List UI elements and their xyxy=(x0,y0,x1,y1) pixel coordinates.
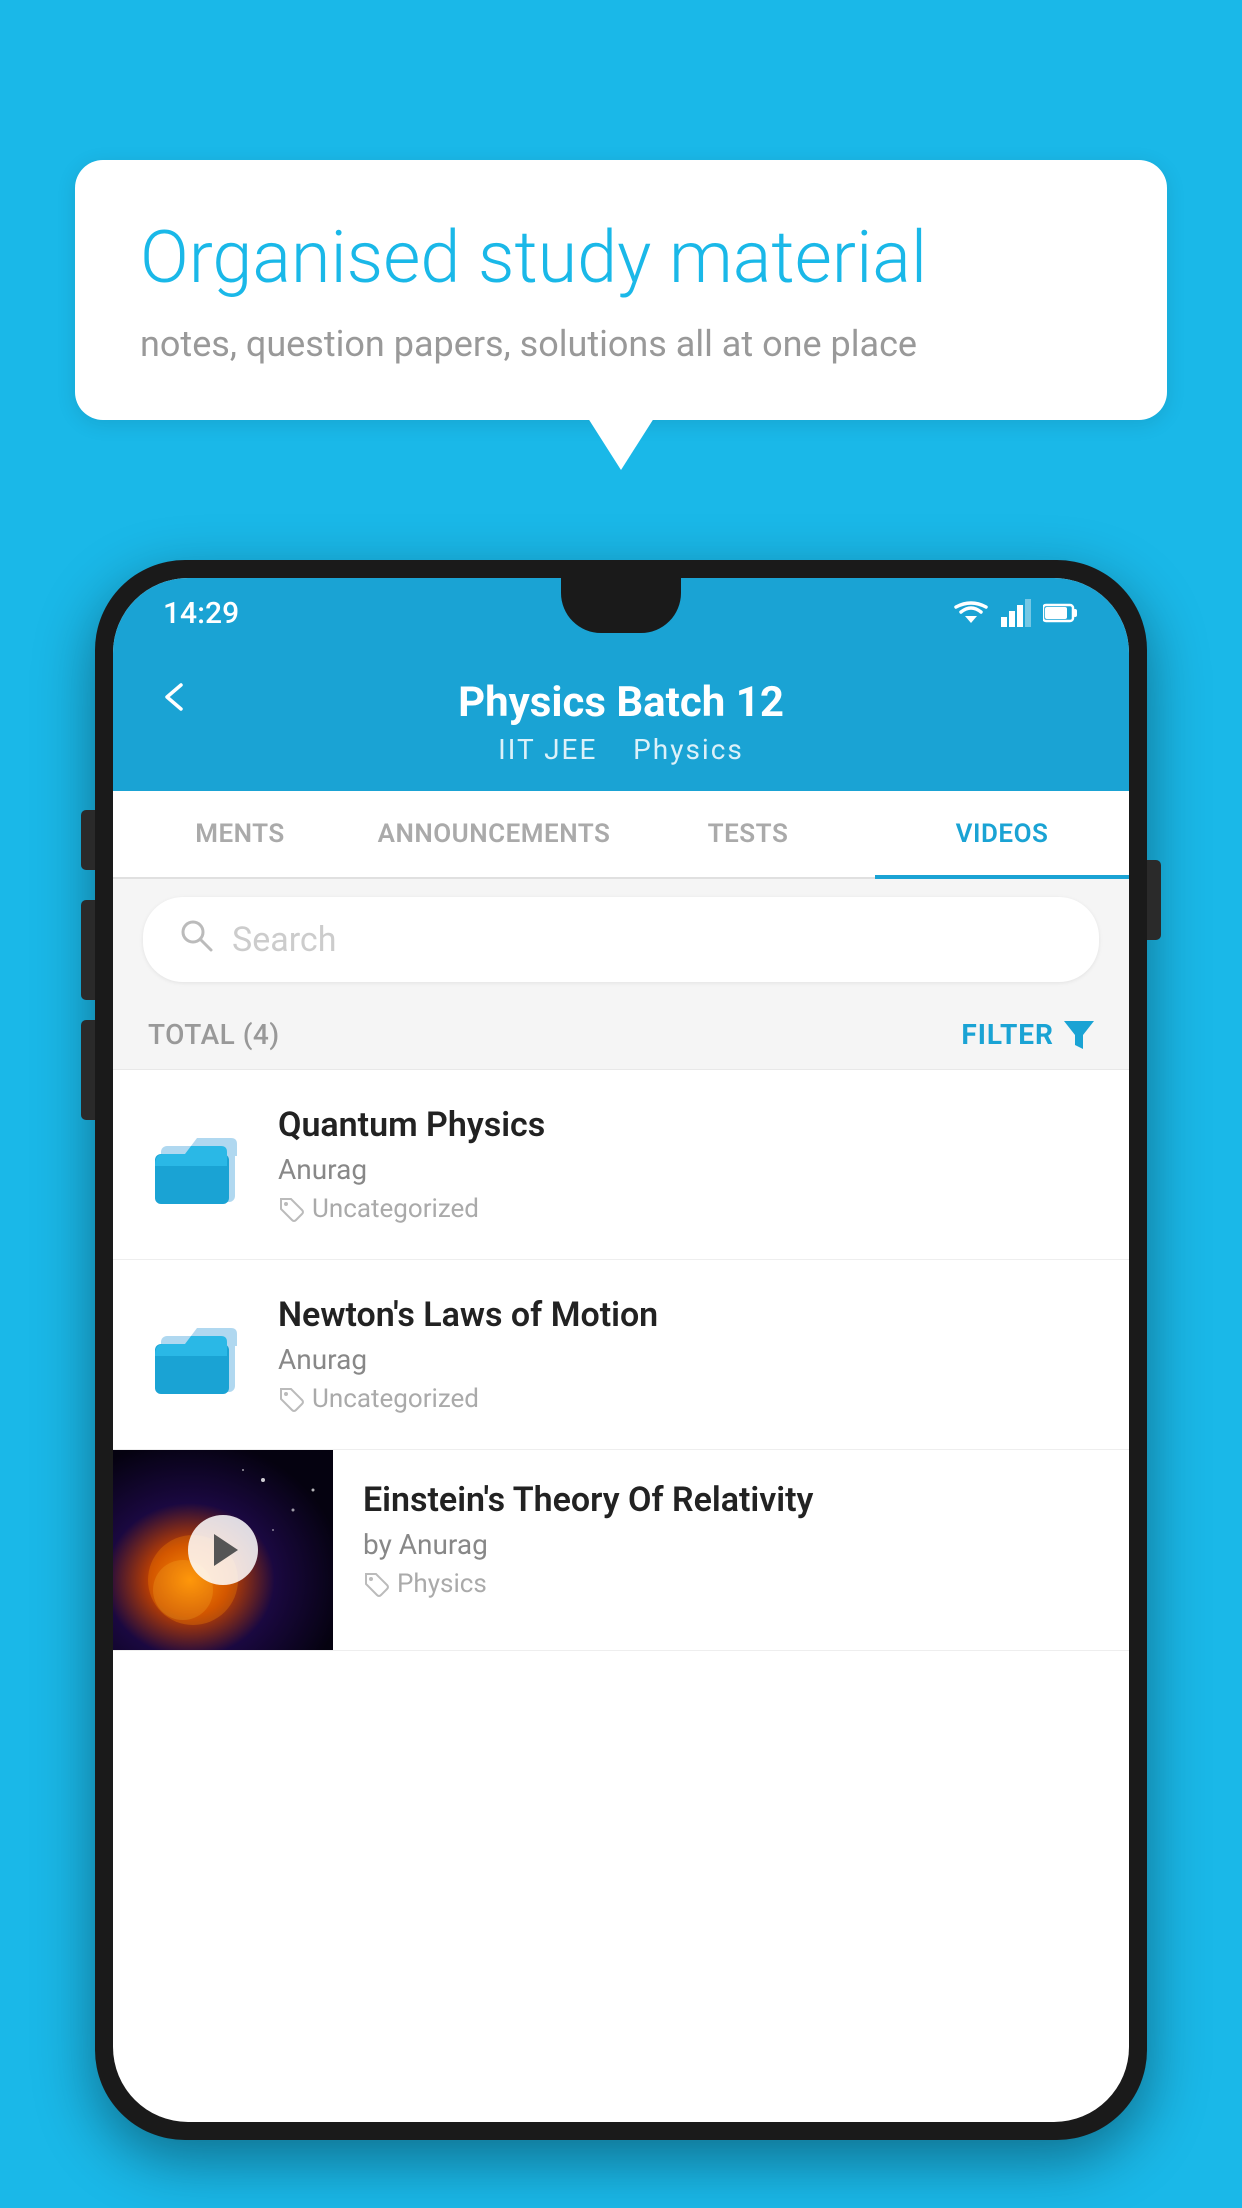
tab-videos[interactable]: VIDEOS xyxy=(875,791,1129,877)
search-container: Search xyxy=(113,879,1129,1000)
power-button xyxy=(1147,860,1161,940)
video-tag-label-2: Uncategorized xyxy=(312,1384,479,1414)
wifi-icon xyxy=(953,599,989,627)
video-title-3: Einstein's Theory Of Relativity xyxy=(363,1480,1099,1520)
subtitle-physics: Physics xyxy=(633,733,744,766)
page-title: Physics Batch 12 xyxy=(458,678,784,727)
filter-icon xyxy=(1064,1021,1094,1049)
video-info-1: Quantum Physics Anurag Uncategorized xyxy=(278,1105,1094,1224)
tab-ments[interactable]: MENTS xyxy=(113,791,367,877)
tag-icon xyxy=(278,1196,304,1222)
app-subtitle: IIT JEE Physics xyxy=(498,733,744,766)
volume-silent-button xyxy=(81,810,95,870)
app-bar: Physics Batch 12 IIT JEE Physics xyxy=(113,648,1129,791)
tab-bar: MENTS ANNOUNCEMENTS TESTS VIDEOS xyxy=(113,791,1129,879)
video-tag-label-3: Physics xyxy=(397,1569,487,1599)
status-bar: 14:29 xyxy=(113,578,1129,648)
video-title-1: Quantum Physics xyxy=(278,1105,1094,1145)
search-placeholder: Search xyxy=(232,920,336,960)
video-folder-thumb-1 xyxy=(148,1120,248,1210)
signal-icon xyxy=(1001,599,1031,627)
video-title-2: Newton's Laws of Motion xyxy=(278,1295,1094,1335)
list-item[interactable]: Quantum Physics Anurag Uncategorized xyxy=(113,1070,1129,1260)
video-author-1: Anurag xyxy=(278,1153,1094,1186)
bubble-title: Organised study material xyxy=(140,215,1102,301)
video-folder-thumb-2 xyxy=(148,1310,248,1400)
video-info-3: Einstein's Theory Of Relativity by Anura… xyxy=(333,1450,1129,1629)
folder-icon xyxy=(153,1124,243,1206)
phone-container: 14:29 xyxy=(95,560,1147,2208)
volume-down-button xyxy=(81,1020,95,1120)
video-info-2: Newton's Laws of Motion Anurag Uncategor… xyxy=(278,1295,1094,1414)
tab-tests[interactable]: TESTS xyxy=(621,791,875,877)
tag-icon xyxy=(363,1571,389,1597)
video-tag-2: Uncategorized xyxy=(278,1384,1094,1414)
search-icon xyxy=(178,917,214,962)
play-button[interactable] xyxy=(188,1515,258,1585)
status-time: 14:29 xyxy=(163,596,239,631)
subtitle-iitjee: IIT JEE xyxy=(498,733,597,766)
app-bar-row: Physics Batch 12 xyxy=(153,678,1089,727)
filter-button[interactable]: FILTER xyxy=(961,1018,1094,1051)
back-button[interactable] xyxy=(153,677,193,728)
video-author-2: Anurag xyxy=(278,1343,1094,1376)
tab-announcements[interactable]: ANNOUNCEMENTS xyxy=(367,791,621,877)
video-tag-3: Physics xyxy=(363,1569,1099,1599)
volume-up-button xyxy=(81,900,95,1000)
list-item[interactable]: Newton's Laws of Motion Anurag Uncategor… xyxy=(113,1260,1129,1450)
phone-outer: 14:29 xyxy=(95,560,1147,2140)
phone-screen: 14:29 xyxy=(113,578,1129,2122)
video-tag-label-1: Uncategorized xyxy=(312,1194,479,1224)
battery-icon xyxy=(1043,602,1079,624)
total-count: TOTAL (4) xyxy=(148,1018,280,1051)
filter-label: FILTER xyxy=(961,1018,1054,1051)
video-author-3: by Anurag xyxy=(363,1528,1099,1561)
speech-bubble: Organised study material notes, question… xyxy=(75,160,1167,420)
status-icons xyxy=(953,599,1079,627)
video-thumbnail-3 xyxy=(113,1450,333,1650)
bubble-subtitle: notes, question papers, solutions all at… xyxy=(140,323,1102,365)
tag-icon xyxy=(278,1386,304,1412)
filter-bar: TOTAL (4) FILTER xyxy=(113,1000,1129,1070)
notch xyxy=(561,578,681,633)
folder-icon xyxy=(153,1314,243,1396)
video-tag-1: Uncategorized xyxy=(278,1194,1094,1224)
list-item[interactable]: Einstein's Theory Of Relativity by Anura… xyxy=(113,1450,1129,1651)
search-bar[interactable]: Search xyxy=(143,897,1099,982)
video-list: Quantum Physics Anurag Uncategorized xyxy=(113,1070,1129,1651)
